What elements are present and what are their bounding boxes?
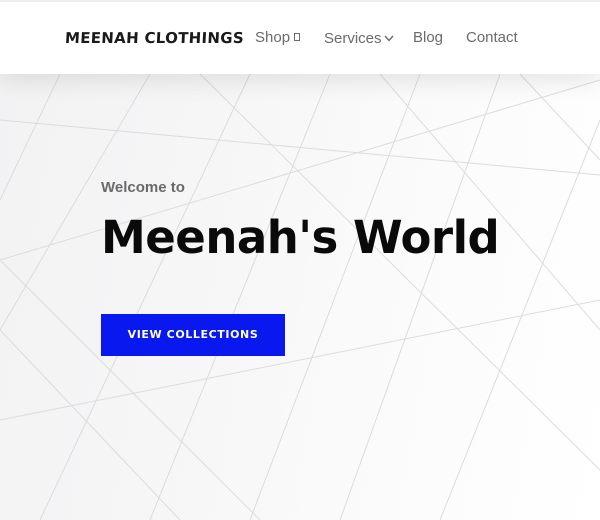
site-header: MEENAH CLOTHINGS Shop Services Blog Cont… [0, 0, 600, 74]
hero-eyebrow: Welcome to [101, 179, 185, 196]
nav-item-contact[interactable]: Contact [466, 28, 518, 48]
chevron-down-icon [384, 28, 394, 48]
header-top-rule [0, 0, 600, 2]
nav-item-services[interactable]: Services [324, 28, 394, 49]
view-collections-button[interactable]: VIEW COLLECTIONS [101, 314, 285, 356]
nav-item-shop[interactable]: Shop [255, 28, 301, 48]
nav-item-blog[interactable]: Blog [413, 28, 443, 48]
main-nav: Shop Services Blog Contact [0, 28, 600, 48]
nav-label-services: Services [324, 30, 382, 47]
nav-label-shop: Shop [255, 29, 291, 46]
dropdown-box-icon [294, 33, 301, 41]
hero-title: Meenah's World [101, 211, 500, 264]
